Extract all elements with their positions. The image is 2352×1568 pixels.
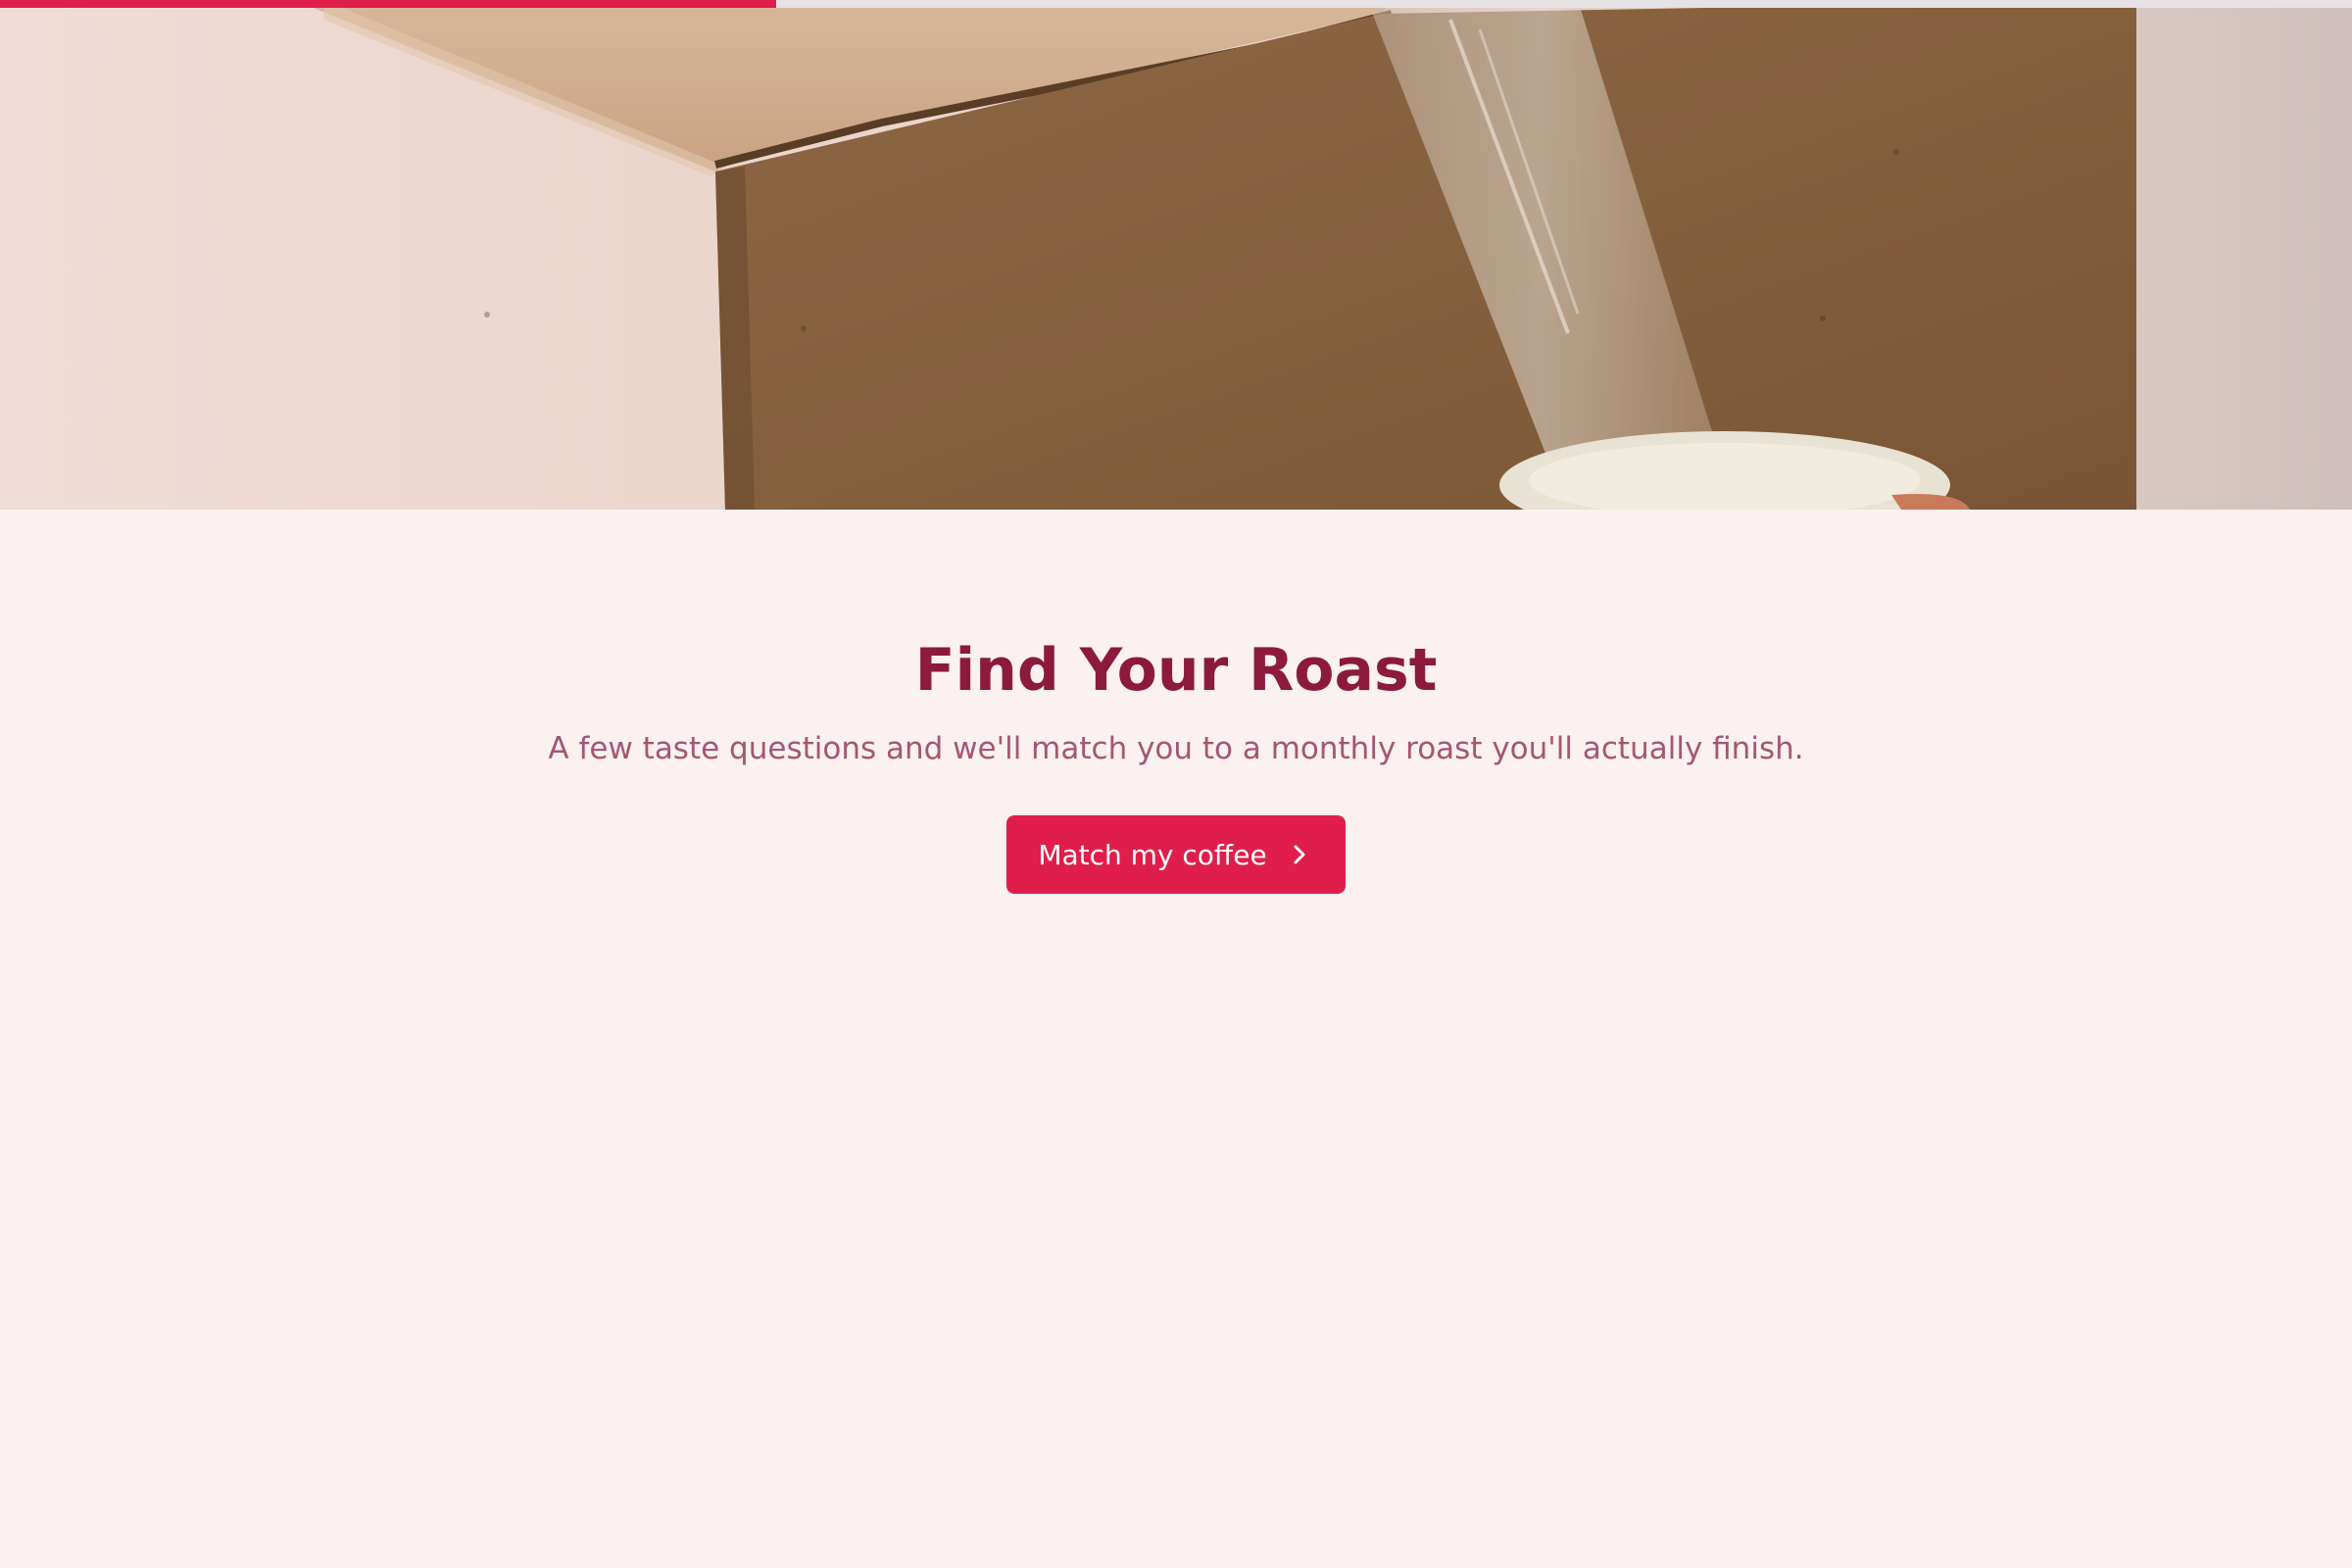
hero-image bbox=[0, 0, 2352, 510]
page-subtitle: A few taste questions and we'll match yo… bbox=[548, 731, 1804, 766]
chevron-right-icon bbox=[1294, 845, 1305, 864]
progress-bar bbox=[0, 0, 2352, 8]
match-my-coffee-button[interactable]: Match my coffee bbox=[1006, 815, 1346, 895]
match-my-coffee-label: Match my coffee bbox=[1038, 838, 1267, 871]
progress-bar-fill bbox=[0, 0, 776, 8]
page-title: Find Your Roast bbox=[914, 636, 1438, 705]
intro-section: Find Your Roast A few taste questions an… bbox=[0, 510, 2352, 895]
